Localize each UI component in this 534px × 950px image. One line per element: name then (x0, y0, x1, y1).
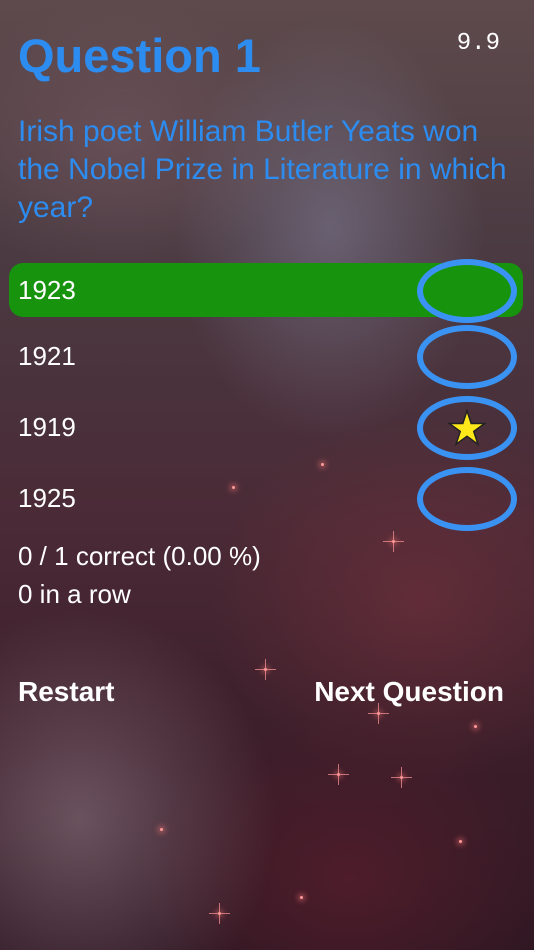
answer-radio[interactable] (417, 259, 517, 323)
answer-option[interactable]: 1921 (9, 325, 523, 389)
star-sparkle (209, 903, 230, 924)
streak-text: 0 in a row (18, 579, 131, 609)
answer-radio[interactable] (417, 325, 517, 389)
star-sparkle (255, 659, 276, 680)
answer-label: 1923 (18, 275, 76, 305)
countdown-timer: 9.9 (456, 30, 500, 57)
star-sparkle (321, 463, 324, 466)
star-sparkle (474, 725, 477, 728)
answer-radio[interactable] (417, 467, 517, 531)
answer-label: 1919 (18, 412, 76, 442)
answer-label: 1921 (18, 341, 76, 371)
next-question-button[interactable]: Next Question (314, 676, 504, 708)
star-sparkle (368, 703, 389, 724)
answer-radio[interactable]: ★ (417, 396, 517, 460)
score-text: 0 / 1 correct (0.00 %) (18, 541, 261, 571)
answer-option[interactable]: 1925 (9, 467, 523, 531)
star-sparkle (300, 896, 303, 899)
star-sparkle (328, 764, 349, 785)
star-icon: ★ (446, 401, 489, 455)
page-title: Question 1 (18, 29, 261, 82)
star-sparkle (459, 840, 462, 843)
question-text: Irish poet William Butler Yeats won the … (18, 115, 507, 224)
answer-label: 1925 (18, 483, 76, 513)
star-sparkle (391, 767, 412, 788)
star-sparkle (383, 531, 404, 552)
restart-button[interactable]: Restart (18, 676, 114, 708)
star-sparkle (160, 828, 163, 831)
answer-option[interactable]: 1919 ★ (9, 396, 523, 460)
answer-option[interactable]: 1923 (9, 259, 523, 323)
